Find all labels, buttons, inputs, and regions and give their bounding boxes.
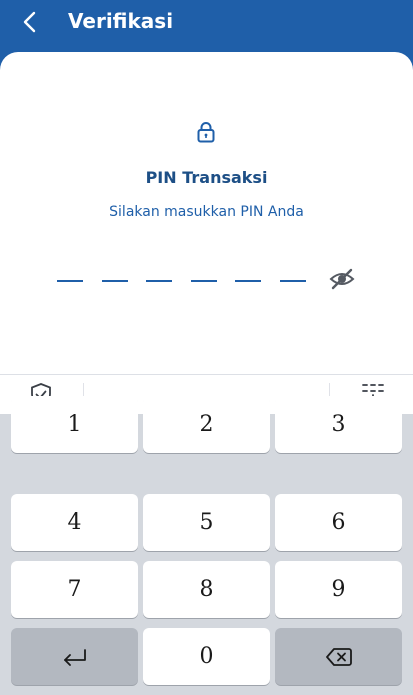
key-6[interactable]: 6 [275, 494, 402, 551]
backspace-icon [325, 647, 352, 666]
page-title: Verifikasi [68, 9, 174, 33]
key-7[interactable]: 7 [11, 561, 138, 618]
key-9[interactable]: 9 [275, 561, 402, 618]
key-3[interactable]: 3 [275, 396, 402, 453]
enter-key[interactable] [11, 628, 138, 685]
pin-digit-slot [280, 280, 306, 282]
pin-digit-slot [57, 280, 83, 282]
pin-digit-slot [235, 280, 261, 282]
pin-digit-slot [146, 280, 172, 282]
key-0[interactable]: 0 [143, 628, 270, 685]
pin-digit-slot [102, 280, 128, 282]
key-8[interactable]: 8 [143, 561, 270, 618]
key-2[interactable]: 2 [143, 396, 270, 453]
key-1[interactable]: 1 [11, 396, 138, 453]
pin-title: PIN Transaksi [145, 168, 268, 187]
key-5[interactable]: 5 [143, 494, 270, 551]
pin-subtitle: Silakan masukkan PIN Anda [109, 204, 304, 220]
pin-digit-slot [191, 280, 217, 282]
chevron-left-icon [23, 11, 36, 33]
eye-slash-icon[interactable] [329, 268, 355, 290]
back-button[interactable] [22, 8, 54, 36]
app-bar: Verifikasi [0, 0, 413, 52]
key-4[interactable]: 4 [11, 494, 138, 551]
backspace-key[interactable] [275, 628, 402, 685]
enter-icon [63, 648, 86, 666]
lock-icon [197, 122, 215, 143]
